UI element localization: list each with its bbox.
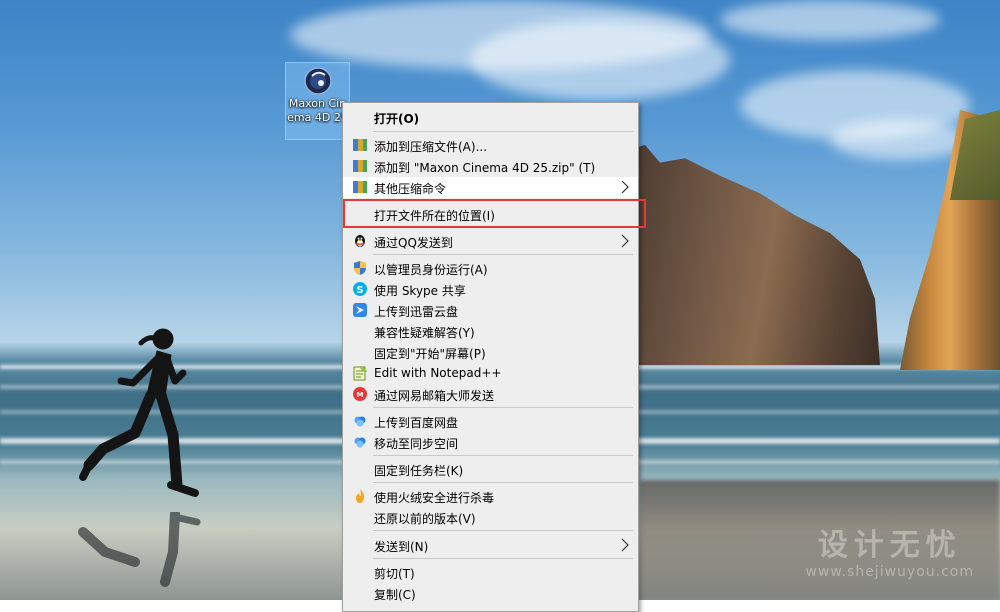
menu-item-xunlei[interactable]: 上传到迅雷云盘 [343, 300, 638, 321]
menu-separator [373, 482, 633, 483]
rock-formation [630, 145, 880, 365]
desktop-icon-label: Maxon Cinema 4D 25 [287, 97, 348, 124]
menu-item-label: 以管理员身份运行(A) [374, 263, 488, 277]
menu-separator [373, 455, 633, 456]
menu-item-label: Edit with Notepad++ [374, 366, 502, 380]
menu-item-label: 上传到迅雷云盘 [374, 305, 459, 319]
cinema4d-icon [303, 67, 332, 95]
context-menu: 打开(O) 添加到压缩文件(A)... 添加到 "Maxon Cinema 4D… [342, 102, 639, 612]
menu-item-other-compress[interactable]: 其他压缩命令 [343, 177, 638, 198]
menu-item-restore[interactable]: 还原以前的版本(V) [343, 507, 638, 528]
menu-item-pin-start[interactable]: 固定到"开始"屏幕(P) [343, 342, 638, 363]
highlight-box [343, 199, 646, 228]
baidu-sync-icon [354, 437, 366, 448]
winrar-icon [353, 160, 367, 172]
menu-item-label: 固定到任务栏(K) [374, 464, 464, 478]
winrar-icon [353, 181, 367, 193]
uac-shield-icon [354, 261, 366, 275]
menu-separator [373, 558, 633, 559]
menu-separator [373, 131, 633, 132]
menu-item-label: 通过QQ发送到 [374, 236, 453, 250]
menu-separator [373, 254, 633, 255]
menu-item-send-qq[interactable]: 通过QQ发送到 [343, 231, 638, 252]
cloud [830, 120, 970, 160]
menu-item-label: 固定到"开始"屏幕(P) [374, 347, 486, 361]
cloud [720, 0, 940, 40]
menu-item-label: 使用火绒安全进行杀毒 [374, 491, 495, 505]
menu-item-label: 兼容性疑难解答(Y) [374, 326, 475, 340]
xunlei-icon [353, 303, 367, 317]
menu-item-label: 还原以前的版本(V) [374, 512, 476, 526]
skype-icon: S [353, 282, 367, 296]
svg-text:M: M [357, 391, 364, 399]
huorong-flame-icon [356, 489, 365, 503]
menu-item-add-zip[interactable]: 添加到 "Maxon Cinema 4D 25.zip" (T) [343, 156, 638, 177]
menu-item-baidu[interactable]: 上传到百度网盘 [343, 411, 638, 432]
menu-item-run-admin[interactable]: 以管理员身份运行(A) [343, 258, 638, 279]
menu-item-skype-share[interactable]: S 使用 Skype 共享 [343, 279, 638, 300]
menu-item-compat[interactable]: 兼容性疑难解答(Y) [343, 321, 638, 342]
netease-mail-icon: M [353, 387, 367, 401]
baidu-netdisk-icon [354, 416, 366, 427]
watermark: 设计无忧 www.shejiwuyou.com [806, 520, 974, 580]
menu-item-open[interactable]: 打开(O) [343, 107, 638, 128]
menu-item-label: 上传到百度网盘 [374, 416, 459, 430]
menu-item-send-to[interactable]: 发送到(N) [343, 535, 638, 556]
watermark-url: www.shejiwuyou.com [805, 564, 974, 580]
runner-reflection [78, 512, 201, 587]
menu-item-label: 其他压缩命令 [374, 182, 447, 196]
menu-item-netease-mail[interactable]: M 通过网易邮箱大师发送 [343, 384, 638, 405]
menu-item-cut[interactable]: 剪切(T) [343, 562, 638, 583]
chevron-right-icon [621, 180, 629, 194]
menu-item-sync-space[interactable]: 移动至同步空间 [343, 432, 638, 453]
menu-item-copy[interactable]: 复制(C) [343, 583, 638, 604]
chevron-right-icon [621, 538, 629, 552]
svg-text:S: S [356, 285, 363, 296]
menu-item-label: 通过网易邮箱大师发送 [374, 389, 495, 403]
menu-item-label: 使用 Skype 共享 [374, 284, 466, 298]
menu-item-label: 打开(O) [374, 112, 420, 126]
chevron-right-icon [621, 234, 629, 248]
menu-item-label: 添加到压缩文件(A)... [374, 140, 488, 154]
menu-separator [373, 530, 633, 531]
menu-item-pin-taskbar[interactable]: 固定到任务栏(K) [343, 459, 638, 480]
menu-item-label: 复制(C) [374, 588, 416, 602]
notepad-plus-plus-icon [353, 366, 367, 381]
menu-item-label: 添加到 "Maxon Cinema 4D 25.zip" (T) [374, 161, 596, 175]
desktop-icon-cinema4d[interactable]: Maxon Cinema 4D 25 [285, 62, 350, 140]
qq-penguin-icon [355, 235, 365, 247]
menu-item-add-archive[interactable]: 添加到压缩文件(A)... [343, 135, 638, 156]
winrar-icon [353, 139, 367, 151]
menu-item-notepad[interactable]: Edit with Notepad++ [343, 363, 638, 384]
menu-item-label: 剪切(T) [374, 567, 415, 581]
menu-item-huorong[interactable]: 使用火绒安全进行杀毒 [343, 486, 638, 507]
menu-separator [373, 407, 633, 408]
menu-item-label: 移动至同步空间 [374, 437, 459, 451]
watermark-title: 设计无忧 [817, 528, 962, 563]
menu-item-label: 发送到(N) [374, 540, 429, 554]
cloud [470, 20, 730, 100]
runner-silhouette [79, 328, 199, 497]
